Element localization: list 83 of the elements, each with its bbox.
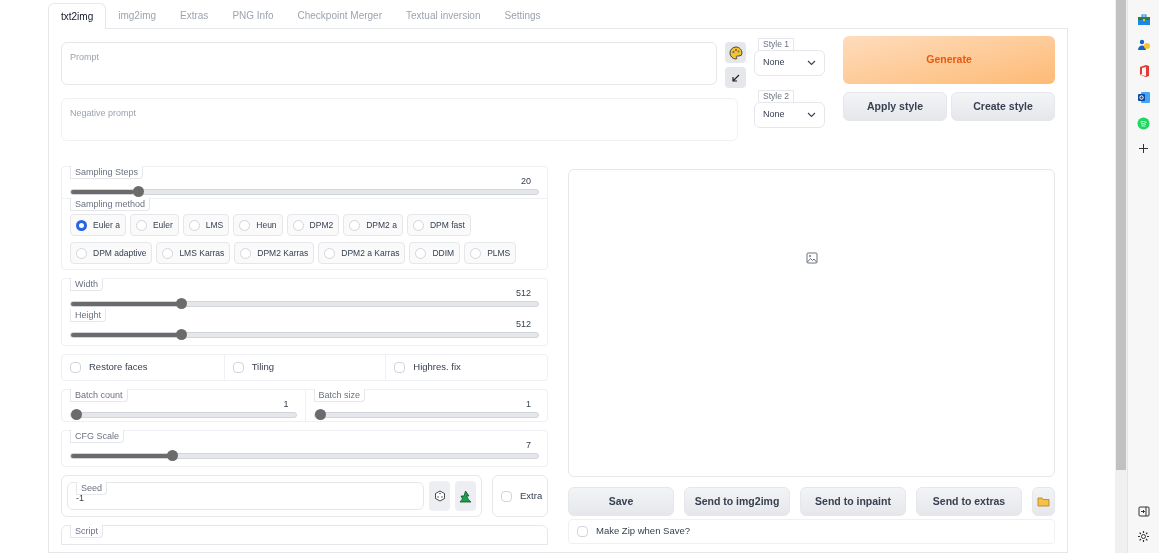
radio-option[interactable]: DPM2 Karras bbox=[234, 242, 315, 264]
slider-thumb[interactable] bbox=[166, 450, 178, 461]
folder-button[interactable] bbox=[1032, 487, 1055, 516]
office-icon bbox=[1137, 64, 1150, 78]
scrollbar[interactable] bbox=[1115, 0, 1127, 553]
output-action-button[interactable]: Save bbox=[568, 487, 674, 516]
chevron-down-icon bbox=[807, 112, 816, 118]
arrow-icon bbox=[730, 72, 741, 83]
field-label: Height bbox=[70, 309, 106, 322]
field-label: Script bbox=[70, 525, 103, 538]
output-action-button[interactable]: Send to img2img bbox=[684, 487, 790, 516]
folder-icon bbox=[1037, 496, 1050, 507]
palette-icon bbox=[728, 45, 743, 60]
slider-track[interactable] bbox=[70, 189, 539, 195]
radio-option[interactable]: DPM2 a bbox=[343, 214, 403, 236]
settings-icon bbox=[1137, 530, 1150, 543]
radio-option[interactable]: Euler a bbox=[70, 214, 126, 236]
slider-track[interactable] bbox=[70, 412, 297, 418]
slider-track[interactable] bbox=[70, 332, 539, 338]
style-dropdown[interactable]: None bbox=[754, 102, 825, 128]
style-label: Style 2 bbox=[758, 90, 794, 102]
sidebar-toggle-icon bbox=[1137, 506, 1150, 517]
checkbox-label: Extra bbox=[520, 488, 543, 503]
slider-thumb[interactable] bbox=[175, 329, 187, 340]
checkbox[interactable] bbox=[394, 362, 406, 373]
radio-option[interactable]: Heun bbox=[233, 214, 283, 236]
slider-track[interactable] bbox=[70, 453, 539, 459]
palette-button[interactable] bbox=[725, 42, 746, 63]
briefcase-icon bbox=[1136, 14, 1151, 26]
field-label: Seed bbox=[76, 482, 108, 495]
style-dropdown[interactable]: None bbox=[754, 50, 825, 76]
style-action-button[interactable]: Create style bbox=[951, 92, 1055, 121]
field-label: Sampling Steps bbox=[70, 166, 144, 179]
output-action-button[interactable]: Send to extras bbox=[916, 487, 1022, 516]
radio-option[interactable]: Euler bbox=[129, 214, 179, 236]
slider-value: 1 bbox=[526, 399, 531, 410]
radio-option[interactable]: LMS Karras bbox=[156, 242, 231, 264]
radio-option[interactable]: DPM2 a Karras bbox=[318, 242, 406, 264]
slider-thumb[interactable] bbox=[175, 298, 187, 309]
dice-icon bbox=[433, 490, 446, 502]
field-label: Batch count bbox=[70, 389, 128, 402]
slider-thumb[interactable] bbox=[132, 186, 144, 197]
chevron-down-icon bbox=[807, 60, 816, 66]
slider-value: 1 bbox=[283, 399, 289, 410]
checkbox[interactable] bbox=[70, 362, 81, 373]
music-icon bbox=[1137, 117, 1150, 130]
slider-thumb[interactable] bbox=[314, 409, 326, 420]
slider-thumb[interactable] bbox=[71, 409, 82, 420]
checkbox-label: Tiling bbox=[251, 360, 274, 375]
field-label: Sampling method bbox=[70, 198, 151, 211]
radio-option[interactable]: DDIM bbox=[409, 242, 461, 264]
people-icon bbox=[1136, 39, 1151, 51]
checkbox-label: Make Zip when Save? bbox=[596, 524, 690, 539]
seed-field[interactable]: Seed -1 bbox=[67, 482, 424, 510]
checkbox-label: Highres. fix bbox=[413, 360, 461, 375]
radio-option[interactable]: DPM adaptive bbox=[70, 242, 153, 264]
recycle-button[interactable] bbox=[455, 481, 476, 511]
style-label: Style 1 bbox=[758, 38, 794, 50]
checkbox[interactable] bbox=[501, 490, 512, 502]
field-label: Batch size bbox=[313, 389, 366, 402]
plus-icon bbox=[1138, 143, 1149, 154]
output-action-button[interactable]: Send to inpaint bbox=[800, 487, 906, 516]
mail-icon bbox=[1136, 91, 1151, 104]
tab[interactable]: txt2img bbox=[48, 3, 107, 29]
checkbox-label: Restore faces bbox=[89, 360, 148, 375]
slider-track[interactable] bbox=[313, 412, 539, 418]
radio-option[interactable]: PLMS bbox=[464, 242, 517, 264]
image-icon bbox=[805, 252, 818, 264]
slider-value: 512 bbox=[515, 319, 531, 330]
style-action-button[interactable]: Apply style bbox=[843, 92, 947, 121]
checkbox[interactable] bbox=[577, 526, 588, 537]
dice-button[interactable] bbox=[429, 481, 450, 511]
slider-track[interactable] bbox=[70, 301, 539, 307]
slider-value: 7 bbox=[526, 440, 531, 451]
slider-value: 512 bbox=[515, 288, 531, 299]
arrow-button[interactable] bbox=[725, 67, 746, 88]
slider-value: 20 bbox=[521, 176, 531, 187]
checkbox[interactable] bbox=[232, 362, 244, 373]
field-label: Width bbox=[70, 278, 103, 291]
radio-option[interactable]: LMS bbox=[182, 214, 230, 236]
field-label: CFG Scale bbox=[70, 430, 124, 443]
radio-option[interactable]: DPM fast bbox=[406, 214, 471, 236]
radio-option[interactable]: DPM2 bbox=[286, 214, 340, 236]
